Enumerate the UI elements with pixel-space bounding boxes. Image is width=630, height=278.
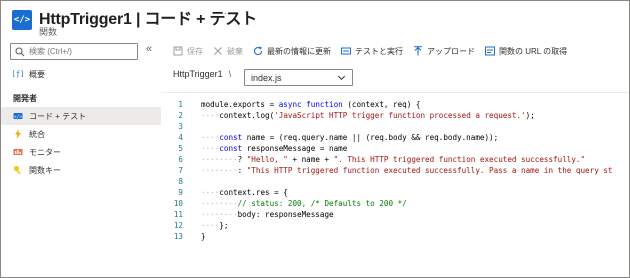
save-icon: [173, 46, 183, 56]
code-line: 13}: [161, 231, 629, 242]
code-line: 4 ····const name = (req.query.name || (re…: [161, 132, 629, 143]
command-bar: 保存 破棄 最新の情報に更新 テストと実行 アップロード 関数の URL の取得: [173, 41, 629, 61]
code-text: ········: "This HTTP triggered function …: [201, 166, 613, 175]
section-label-developer: 開発者: [13, 94, 37, 103]
lightning-icon: [13, 129, 23, 139]
app-window: </> HttpTrigger1 | コード + テスト 関数 ··· « [ƒ…: [0, 0, 630, 278]
code-text: ····const responseMessage = name: [201, 144, 348, 153]
line-number: 1: [178, 100, 183, 109]
monitor-icon: [13, 147, 23, 157]
page-subtitle: 関数: [39, 27, 58, 37]
code-line: 3: [161, 121, 629, 132]
code-line: 8: [161, 176, 629, 187]
sidebar-item-function-keys[interactable]: 関数キー: [1, 161, 161, 179]
breadcrumb-separator: \: [228, 69, 232, 79]
code-editor[interactable]: 1 module.exports = async function (contex…: [161, 92, 629, 277]
line-number: 13: [173, 232, 183, 241]
code-text: ········// status: 200, /* Defaults to 2…: [201, 199, 407, 208]
refresh-label: 最新の情報に更新: [267, 46, 331, 56]
code-text: ········body: responseMessage: [201, 210, 334, 219]
refresh-button[interactable]: 最新の情報に更新: [253, 46, 331, 57]
line-number: 8: [178, 177, 183, 186]
code-text: ····const name = (req.query.name || (req…: [201, 133, 499, 142]
code-line: 10 ········// status: 200, /* Defaults to…: [161, 198, 629, 209]
test-run-button[interactable]: テストと実行: [341, 46, 403, 57]
sidebar-item-monitor[interactable]: モニター: [1, 143, 161, 161]
test-run-label: テストと実行: [355, 46, 403, 56]
svg-text:</>: </>: [14, 114, 22, 120]
function-code-icon-glyph: </>: [13, 14, 31, 25]
sidebar-item-label: 概要: [29, 69, 45, 79]
get-function-url-label: 関数の URL の取得: [499, 46, 568, 56]
code-line: 7 ········: "This HTTP triggered function…: [161, 165, 629, 176]
save-button[interactable]: 保存: [173, 46, 203, 57]
sidebar-item-label: コード + テスト: [29, 111, 87, 121]
more-options-button[interactable]: ···: [215, 8, 228, 19]
file-selector-value: index.js: [251, 72, 282, 83]
upload-button[interactable]: アップロード: [413, 46, 475, 57]
breadcrumb: HttpTrigger1 \: [173, 69, 237, 79]
code-text: ········? "Hello, " + name + ". This HTT…: [201, 155, 586, 164]
code-line: 2 ····context.log('JavaScript HTTP trigge…: [161, 110, 629, 121]
line-number: 2: [178, 111, 183, 120]
upload-label: アップロード: [427, 46, 475, 56]
test-run-icon: [341, 46, 351, 56]
overview-icon: [ƒ]: [11, 70, 25, 78]
code-line: 11 ········body: responseMessage: [161, 209, 629, 220]
refresh-icon: [253, 46, 263, 56]
search-input[interactable]: [29, 47, 129, 56]
line-number: 4: [178, 133, 183, 142]
close-icon: [213, 46, 223, 56]
sidebar-item-label: 統合: [29, 129, 45, 139]
line-number: 5: [178, 144, 183, 153]
code-line: 9 ····context.res = {: [161, 187, 629, 198]
code-text: module.exports = async function (context…: [201, 100, 421, 109]
sidebar-item-label: モニター: [29, 147, 61, 157]
sidebar-item-code-test[interactable]: </> コード + テスト: [1, 107, 161, 125]
code-line: 1 module.exports = async function (contex…: [161, 99, 629, 110]
get-function-url-button[interactable]: 関数の URL の取得: [485, 46, 567, 57]
sidebar-item-integration[interactable]: 統合: [1, 125, 161, 143]
code-line: 5 ····const responseMessage = name: [161, 143, 629, 154]
line-number: 10: [173, 199, 183, 208]
code-line: 12 ····};: [161, 220, 629, 231]
line-number: 6: [178, 155, 183, 164]
discard-label: 破棄: [227, 46, 243, 56]
file-selector-dropdown[interactable]: index.js: [244, 69, 353, 86]
sidebar-item-label: 関数キー: [29, 165, 61, 175]
line-number: 11: [173, 210, 183, 219]
line-number: 9: [178, 188, 183, 197]
code-text: ····context.res = {: [201, 188, 288, 197]
sidebar-item-overview[interactable]: [ƒ] 概要: [1, 65, 161, 83]
line-number: 7: [178, 166, 183, 175]
save-label: 保存: [187, 46, 203, 56]
search-icon: [15, 46, 25, 56]
collapse-sidebar-button[interactable]: «: [146, 43, 152, 55]
link-icon: [485, 46, 495, 56]
code-line: 6 ········? "Hello, " + name + ". This HT…: [161, 154, 629, 165]
code-text: ····context.log('JavaScript HTTP trigger…: [201, 111, 535, 120]
key-icon: [13, 165, 23, 175]
code-icon: </>: [13, 111, 23, 121]
sidebar: « [ƒ] 概要 開発者 </> コード + テスト 統合 モニター 関数キー: [1, 41, 161, 277]
discard-button[interactable]: 破棄: [213, 46, 243, 57]
code-text: ····};: [201, 221, 229, 230]
chevron-down-icon: [337, 75, 346, 81]
code-text: }: [201, 232, 206, 241]
breadcrumb-function: HttpTrigger1: [173, 69, 223, 79]
upload-icon: [413, 46, 423, 56]
function-code-icon: </>: [12, 10, 32, 30]
search-box[interactable]: [10, 43, 138, 60]
blade-header: </> HttpTrigger1 | コード + テスト 関数 ···: [1, 1, 629, 41]
line-number: 3: [178, 122, 183, 131]
line-number: 12: [173, 221, 183, 230]
